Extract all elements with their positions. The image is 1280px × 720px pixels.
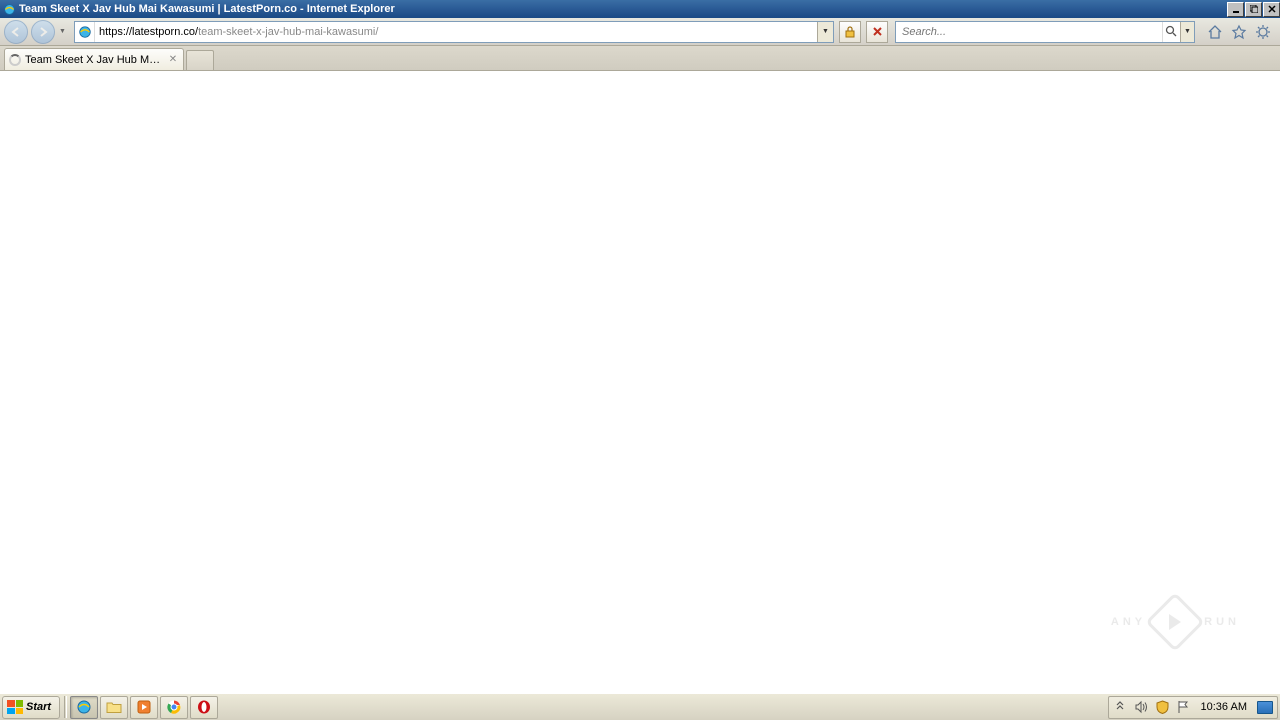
- taskbar: Start 10:36 AM: [0, 693, 1280, 720]
- search-bar[interactable]: ▼: [895, 21, 1195, 43]
- back-button[interactable]: [4, 20, 28, 44]
- taskbar-app-chrome[interactable]: [160, 696, 188, 719]
- search-dropdown[interactable]: ▼: [1180, 22, 1194, 42]
- system-tray: 10:36 AM: [1108, 696, 1278, 719]
- ie-icon: [2, 2, 16, 16]
- stop-button[interactable]: [866, 21, 888, 43]
- new-tab-button[interactable]: [186, 50, 214, 70]
- taskbar-app-ie[interactable]: [70, 696, 98, 719]
- window-title: Team Skeet X Jav Hub Mai Kawasumi | Late…: [19, 3, 1226, 15]
- loading-spinner-icon: [9, 54, 21, 66]
- taskbar-app-explorer[interactable]: [100, 696, 128, 719]
- address-input[interactable]: https://latestporn.co/team-skeet-x-jav-h…: [95, 26, 817, 38]
- tab-label: Team Skeet X Jav Hub Mai K...: [25, 54, 163, 66]
- maximize-button[interactable]: [1245, 2, 1262, 17]
- window-controls: [1226, 2, 1280, 17]
- tools-icon[interactable]: [1254, 23, 1272, 41]
- taskbar-app-media[interactable]: [130, 696, 158, 719]
- url-path: team-skeet-x-jav-hub-mai-kawasumi/: [198, 26, 378, 38]
- address-bar[interactable]: https://latestporn.co/team-skeet-x-jav-h…: [74, 21, 834, 43]
- site-icon: [75, 22, 95, 42]
- taskbar-separator: [64, 696, 67, 718]
- forward-button[interactable]: [31, 20, 55, 44]
- watermark-left: ANY: [1111, 616, 1146, 628]
- nav-history-dropdown[interactable]: ▼: [58, 21, 67, 43]
- watermark: ANY RUN: [1111, 601, 1240, 643]
- tray-expand-icon[interactable]: [1113, 700, 1128, 715]
- taskbar-app-opera[interactable]: [190, 696, 218, 719]
- minimize-button[interactable]: [1227, 2, 1244, 17]
- address-dropdown[interactable]: ▼: [817, 22, 833, 42]
- tray-flag-icon[interactable]: [1176, 700, 1191, 715]
- watermark-play-icon: [1145, 592, 1204, 651]
- url-domain: https://latestporn.co/: [99, 26, 198, 38]
- search-input[interactable]: [896, 26, 1162, 38]
- watermark-right: RUN: [1204, 616, 1240, 628]
- favorites-icon[interactable]: [1230, 23, 1248, 41]
- page-content: ANY RUN: [0, 71, 1280, 693]
- security-lock-button[interactable]: [839, 21, 861, 43]
- tray-clock[interactable]: 10:36 AM: [1197, 701, 1251, 713]
- start-button[interactable]: Start: [2, 696, 60, 719]
- windows-flag-icon: [7, 700, 23, 714]
- close-button[interactable]: [1263, 2, 1280, 17]
- home-icon[interactable]: [1206, 23, 1224, 41]
- search-button[interactable]: [1162, 22, 1180, 42]
- start-label: Start: [26, 701, 51, 713]
- window-titlebar: Team Skeet X Jav Hub Mai Kawasumi | Late…: [0, 0, 1280, 18]
- toolbar-right: [1206, 23, 1272, 41]
- tab-close-button[interactable]: ✕: [167, 54, 179, 66]
- tab-bar: Team Skeet X Jav Hub Mai K... ✕: [0, 46, 1280, 71]
- browser-tab[interactable]: Team Skeet X Jav Hub Mai K... ✕: [4, 48, 184, 70]
- tray-volume-icon[interactable]: [1134, 700, 1149, 715]
- tray-show-desktop[interactable]: [1257, 701, 1273, 714]
- tray-shield-icon[interactable]: [1155, 700, 1170, 715]
- navigation-bar: ▼ https://latestporn.co/team-skeet-x-jav…: [0, 18, 1280, 46]
